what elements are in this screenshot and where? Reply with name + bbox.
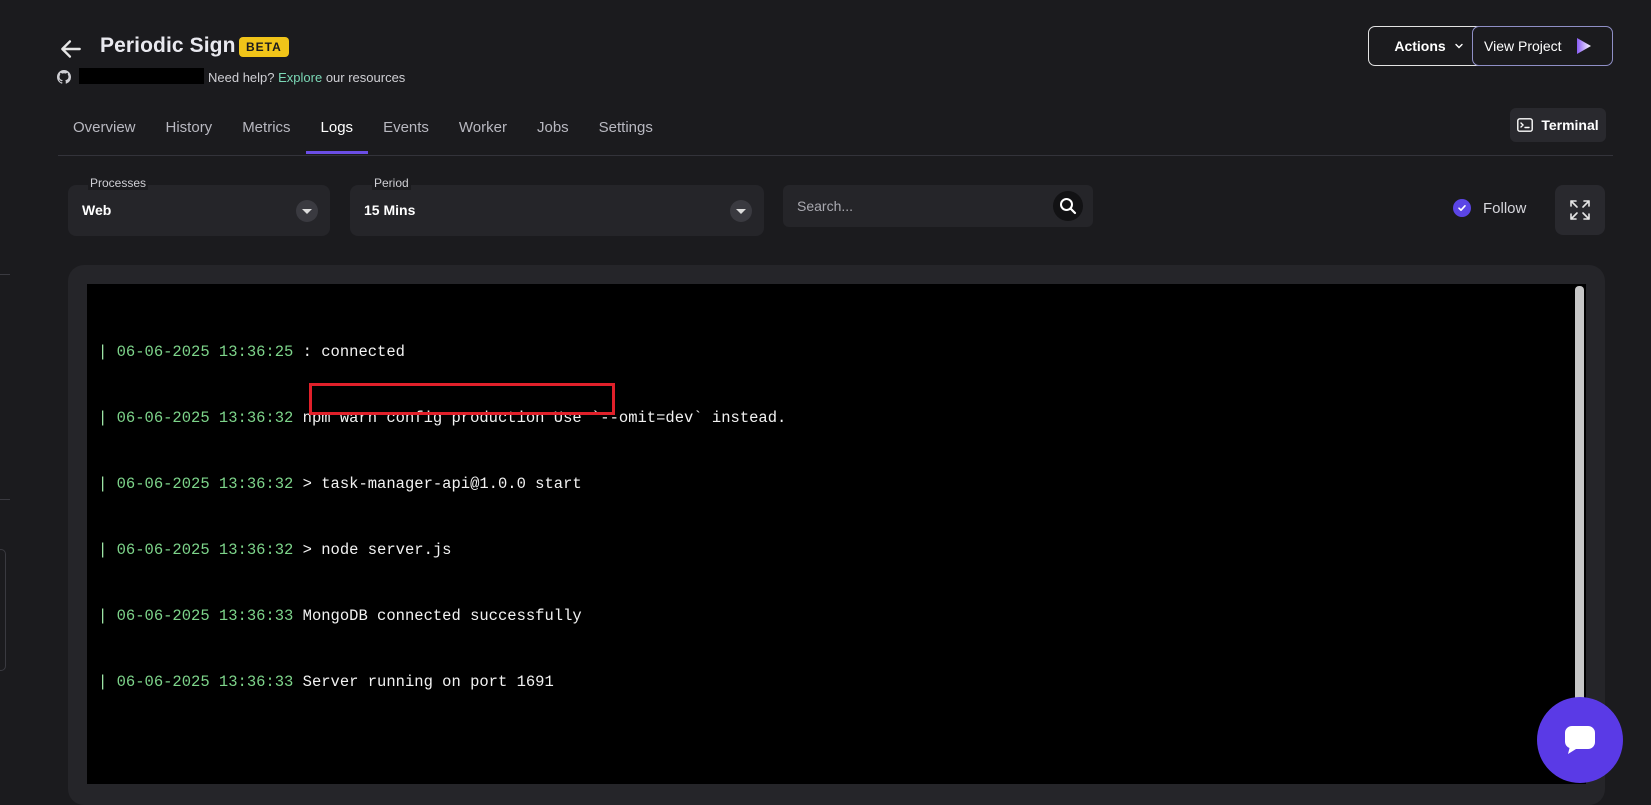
follow-label: Follow [1483,199,1527,217]
tab-bar: Overview History Metrics Logs Events Wor… [58,108,668,156]
period-value: 15 Mins [364,202,416,218]
log-message: > node server.js [293,541,452,559]
highlight-annotation [309,383,615,415]
check-circle-icon [1453,199,1471,217]
period-select[interactable]: Period 15 Mins [350,176,764,236]
log-timestamp: 06-06-2025 13:36:33 [116,607,294,625]
chevron-down-icon [1454,43,1463,49]
log-line: | 06-06-2025 13:36:25 : connected [98,343,405,361]
github-icon [57,70,71,84]
tab-jobs[interactable]: Jobs [522,108,584,154]
back-button[interactable] [58,36,84,62]
log-timestamp: 06-06-2025 13:36:32 [116,475,294,493]
log-message: > task-manager-api@1.0.0 start [293,475,582,493]
log-timestamp: 06-06-2025 13:36:32 [116,541,294,559]
arrow-left-icon [61,40,81,58]
log-timestamp: 06-06-2025 13:36:32 [116,409,294,427]
left-edge-panel [0,549,6,671]
tab-events[interactable]: Events [368,108,444,154]
view-project-label: View Project [1484,38,1562,54]
log-message: : connected [293,343,405,361]
log-lines: | 06-06-2025 13:36:25 : connected | 06-0… [98,297,786,715]
fullscreen-button[interactable] [1555,185,1605,235]
help-text: Need help? Explore our resources [208,70,405,85]
tab-worker[interactable]: Worker [444,108,522,154]
play-icon [1576,38,1591,54]
dropdown-caret-icon [296,200,318,222]
processes-label: Processes [88,176,149,190]
search-button[interactable] [1053,191,1083,221]
page-title: Periodic Sign [100,34,236,57]
log-line: | 06-06-2025 13:36:33 Server running on … [98,673,554,691]
terminal-button[interactable]: Terminal [1510,108,1606,142]
log-message: Server running on port 1691 [293,673,554,691]
help-label: Need help? [208,70,275,85]
follow-toggle[interactable]: Follow [1453,199,1526,217]
log-timestamp: 06-06-2025 13:36:33 [116,673,294,691]
processes-value: Web [82,202,112,218]
tab-metrics[interactable]: Metrics [227,108,305,154]
expand-icon [1570,200,1590,220]
actions-label: Actions [1394,38,1446,54]
chat-bubble-icon [1565,726,1595,754]
tab-settings[interactable]: Settings [584,108,668,154]
terminal-label: Terminal [1541,117,1599,133]
tab-logs[interactable]: Logs [305,108,369,154]
tab-overview[interactable]: Overview [58,108,151,154]
log-line: | 06-06-2025 13:36:32 > task-manager-api… [98,475,582,493]
search-icon [1060,198,1077,215]
help-suffix: our resources [325,70,406,85]
terminal-icon [1517,118,1534,132]
view-project-button[interactable]: View Project [1472,26,1613,66]
chat-support-button[interactable] [1537,697,1623,783]
log-line: | 06-06-2025 13:36:32 > node server.js [98,541,452,559]
processes-select[interactable]: Processes Web [68,176,330,236]
dropdown-caret-icon [730,200,752,222]
beta-badge: BETA [239,37,289,57]
log-message: MongoDB connected successfully [293,607,582,625]
log-line: | 06-06-2025 13:36:33 MongoDB connected … [98,607,582,625]
redacted-repo-name [79,68,204,84]
left-edge-divider [0,499,10,500]
explore-link[interactable]: Explore [278,70,322,85]
left-edge-divider [0,274,10,275]
period-label: Period [372,176,411,190]
log-timestamp: 06-06-2025 13:36:25 [116,343,294,361]
tabs-divider [58,155,1613,156]
search-input[interactable] [795,193,1039,219]
search-box [783,185,1093,227]
tab-history[interactable]: History [151,108,228,154]
